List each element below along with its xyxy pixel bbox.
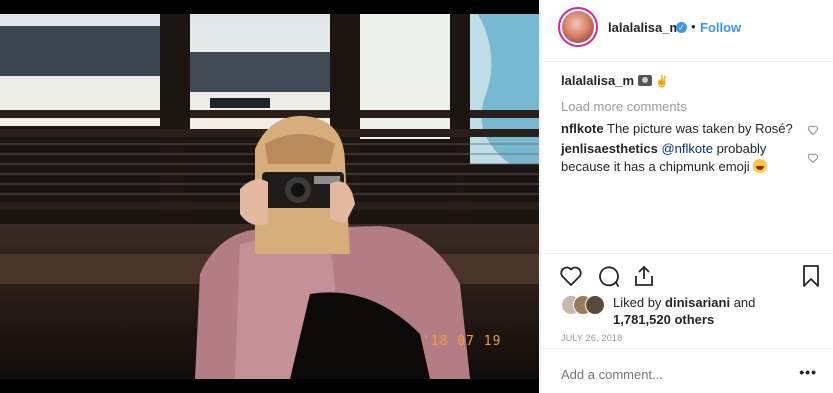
post-caption: lalalalisa_m ✌ — [561, 73, 669, 88]
more-icon[interactable]: ••• — [799, 364, 817, 380]
follow-button[interactable]: Follow — [700, 20, 741, 35]
verified-icon: ✓ — [676, 22, 687, 33]
comment-like-heart-icon[interactable] — [807, 152, 819, 164]
username-link[interactable]: lalalalisa_m — [608, 20, 681, 35]
comment-icon[interactable] — [596, 264, 620, 288]
load-more-comments-button[interactable]: Load more comments — [561, 99, 687, 114]
header-separator: • — [691, 19, 696, 34]
add-comment-input[interactable] — [561, 367, 781, 382]
likes-prefix: Liked by — [613, 295, 666, 310]
liker-avatar[interactable] — [585, 295, 605, 315]
bookmark-icon[interactable] — [799, 264, 823, 288]
add-comment-section: ••• — [541, 348, 833, 393]
comment-item: nflkote The picture was taken by Rosé? — [561, 120, 801, 138]
laughing-emoji-icon — [753, 159, 768, 173]
post-date[interactable]: JULY 26, 2018 — [561, 333, 622, 343]
post-sidebar: lalalalisa_m ✓ • Follow lalalalisa_m ✌ Lo… — [540, 0, 833, 393]
heart-icon[interactable] — [559, 264, 583, 288]
likes-count-link[interactable]: 1,781,520 others — [613, 312, 714, 327]
post-header: lalalalisa_m ✓ • Follow — [541, 0, 833, 62]
caption-username[interactable]: lalalalisa_m — [561, 73, 634, 88]
comment-mention-link[interactable]: @nflkote — [661, 141, 713, 156]
comment-item: jenlisaesthetics @nflkote probably becau… — [561, 140, 801, 176]
comment-like-heart-icon[interactable] — [807, 124, 819, 136]
hand-emoji-icon: ✌ — [655, 76, 669, 88]
photo-date-stamp: '18 07 19 — [422, 334, 502, 349]
likes-and: and — [730, 295, 756, 310]
comment-username[interactable]: jenlisaesthetics — [561, 141, 658, 156]
likes-summary: Liked by dinisariani and 1,781,520 other… — [613, 294, 813, 328]
post-photo[interactable] — [0, 14, 539, 379]
share-icon[interactable] — [632, 264, 656, 288]
avatar[interactable] — [558, 7, 598, 47]
post-photo-pane: '18 07 19 — [0, 0, 539, 393]
avatar-image — [562, 11, 594, 43]
comment-username[interactable]: nflkote — [561, 121, 604, 136]
camera-emoji-icon — [638, 75, 652, 86]
comment-text: The picture was taken by Rosé? — [607, 121, 793, 136]
liked-by-user-link[interactable]: dinisariani — [665, 295, 730, 310]
